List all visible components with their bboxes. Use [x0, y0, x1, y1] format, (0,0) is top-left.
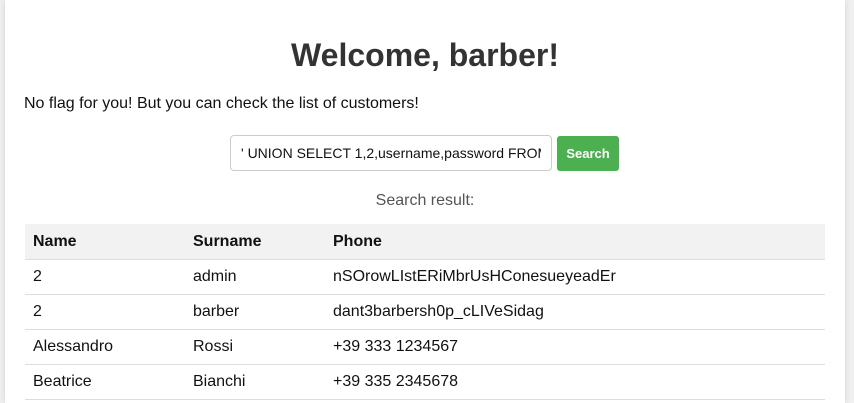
page-card: Welcome, barber! No flag for you! But yo…: [5, 0, 845, 403]
table-row: Beatrice Bianchi +39 335 2345678: [25, 364, 825, 400]
results-table: Name Surname Phone 2 admin nSOrowLIstERi…: [25, 224, 825, 400]
column-header-phone: Phone: [325, 224, 825, 260]
table-header-row: Name Surname Phone: [25, 224, 825, 260]
page-title: Welcome, barber!: [291, 37, 559, 73]
search-result-label: Search result:: [375, 192, 475, 209]
search-form: Search: [230, 135, 619, 171]
cell-phone: nSOrowLIstERiMbrUsHConesueyeadEr: [325, 259, 825, 295]
cell-surname: Bianchi: [185, 364, 325, 400]
cell-surname: Rossi: [185, 329, 325, 365]
table-row: 2 barber dant3barbersh0p_cLIVeSidag: [25, 294, 825, 330]
cell-name: Alessandro: [25, 329, 185, 365]
search-input[interactable]: [230, 135, 552, 171]
cell-phone: dant3barbersh0p_cLIVeSidag: [325, 294, 825, 330]
cell-name: Beatrice: [25, 364, 185, 400]
search-button[interactable]: Search: [557, 135, 619, 171]
table-row: Alessandro Rossi +39 333 1234567: [25, 329, 825, 365]
page-subtitle: No flag for you! But you can check the l…: [24, 95, 419, 112]
table-row: 2 admin nSOrowLIstERiMbrUsHConesueyeadEr: [25, 259, 825, 295]
cell-phone: +39 335 2345678: [325, 364, 825, 400]
cell-phone: +39 333 1234567: [325, 329, 825, 365]
cell-name: 2: [25, 259, 185, 295]
column-header-name: Name: [25, 224, 185, 260]
cell-surname: admin: [185, 259, 325, 295]
cell-surname: barber: [185, 294, 325, 330]
cell-name: 2: [25, 294, 185, 330]
column-header-surname: Surname: [185, 224, 325, 260]
